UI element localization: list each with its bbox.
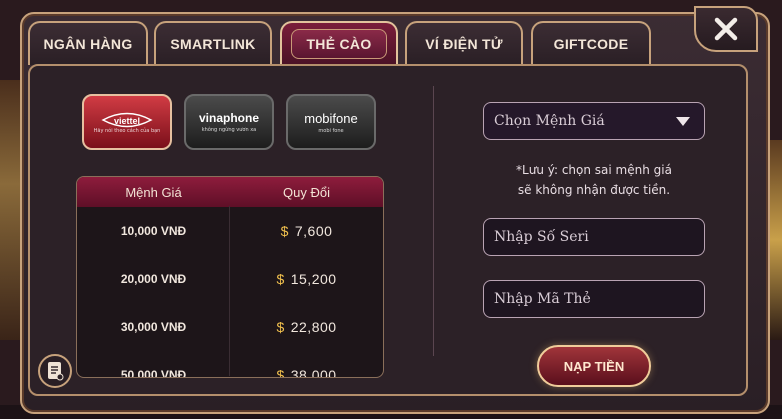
operator-name: viettel <box>113 115 140 126</box>
table-row: 50,000 VNĐ $38,000 <box>77 351 383 378</box>
table-header: Mệnh Giá Quy Đổi <box>77 177 383 207</box>
operator-mobifone[interactable]: mobifone mobi fone <box>286 94 376 150</box>
tab-label: VÍ ĐIỆN TỬ <box>425 36 503 52</box>
recharge-button[interactable]: NẠP TIỀN <box>537 345 651 387</box>
operator-viettel[interactable]: viettel Hãy nói theo cách của bạn <box>82 94 172 150</box>
tab-label: SMARTLINK <box>170 36 256 52</box>
rates-table: Mệnh Giá Quy Đổi 10,000 VNĐ $7,600 20,00… <box>76 176 384 378</box>
operator-tagline: không ngừng vươn xa <box>201 127 257 133</box>
table-row: 20,000 VNĐ $15,200 <box>77 255 383 303</box>
operator-tagline: Hãy nói theo cách của bạn <box>93 127 161 134</box>
tab-label: NGÂN HÀNG <box>43 36 133 52</box>
tab-label: THẺ CÀO <box>291 29 387 59</box>
card-code-input[interactable]: Nhập Mã Thẻ <box>483 280 705 318</box>
operator-tagline: mobi fone <box>318 127 344 134</box>
tab-smartlink[interactable]: SMARTLINK <box>154 21 272 65</box>
operator-name: mobifone <box>304 110 358 126</box>
header-exchange: Quy Đổi <box>283 184 330 200</box>
row-value: $15,200 <box>276 271 337 287</box>
denomination-select[interactable]: Chọn Mệnh Giá <box>483 102 705 140</box>
row-amount: 10,000 VNĐ <box>120 224 187 238</box>
tab-bank[interactable]: NGÂN HÀNG <box>28 21 148 65</box>
operator-vinaphone[interactable]: vinaphone không ngừng vươn xa <box>184 94 274 150</box>
recharge-button-label: NẠP TIỀN <box>563 358 625 374</box>
history-icon <box>48 362 64 381</box>
row-amount: 30,000 VNĐ <box>120 320 187 334</box>
warning-note: *Lưu ý: chọn sai mệnh giá sẽ không nhận … <box>483 160 705 200</box>
dollar-icon: $ <box>276 319 285 335</box>
tab-scratch-card[interactable]: THẺ CÀO <box>280 21 398 65</box>
serial-input-placeholder: Nhập Số Seri <box>494 229 589 245</box>
section-divider <box>433 86 434 356</box>
dollar-icon: $ <box>280 223 289 239</box>
history-button[interactable] <box>38 354 72 388</box>
row-value: $7,600 <box>280 223 333 239</box>
table-column-divider <box>229 206 230 376</box>
dollar-icon: $ <box>276 367 285 378</box>
operator-name: vinaphone <box>198 111 259 125</box>
card-code-input-placeholder: Nhập Mã Thẻ <box>494 291 591 307</box>
denomination-select-value: Chọn Mệnh Giá <box>494 113 605 129</box>
chevron-down-icon <box>676 117 690 126</box>
warning-note-line2: sẽ không nhận được tiền. <box>517 183 671 197</box>
table-row: 10,000 VNĐ $7,600 <box>77 207 383 255</box>
row-value: $38,000 <box>230 367 383 378</box>
tab-giftcode[interactable]: GIFTCODE <box>531 21 651 65</box>
row-value: $22,800 <box>276 319 337 335</box>
tab-e-wallet[interactable]: VÍ ĐIỆN TỬ <box>405 21 523 65</box>
table-row: 30,000 VNĐ $22,800 <box>77 303 383 351</box>
row-amount: 20,000 VNĐ <box>120 272 187 286</box>
close-icon <box>714 17 738 41</box>
serial-input[interactable]: Nhập Số Seri <box>483 218 705 256</box>
warning-note-line1: *Lưu ý: chọn sai mệnh giá <box>516 163 672 177</box>
close-button[interactable] <box>694 6 758 52</box>
header-denomination: Mệnh Giá <box>125 184 182 200</box>
tab-label: GIFTCODE <box>553 36 629 52</box>
row-amount: 50,000 VNĐ <box>120 368 187 378</box>
dollar-icon: $ <box>276 271 285 287</box>
